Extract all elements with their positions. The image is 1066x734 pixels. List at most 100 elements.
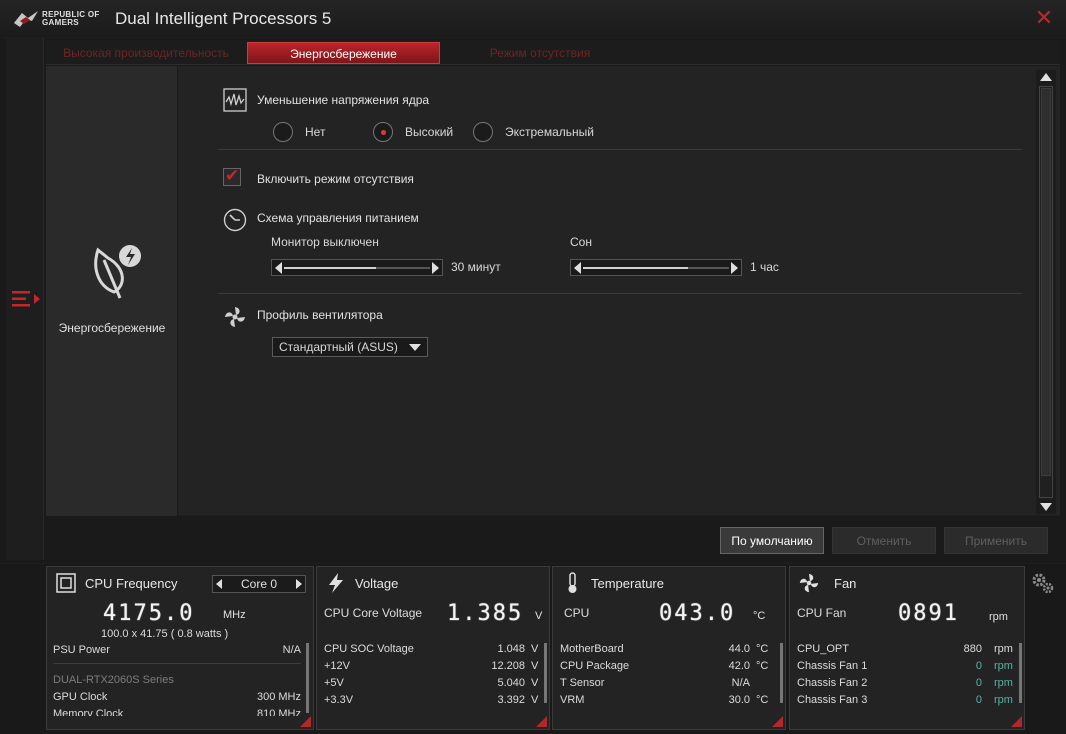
sleep-slider[interactable] [570, 259, 742, 276]
voltage-row-unit: V [531, 694, 539, 706]
clock-icon [223, 208, 247, 232]
cpu-fan-label: CPU Fan [797, 606, 847, 620]
sleep-label: Сон [570, 235, 592, 249]
chevron-down-icon [409, 344, 421, 351]
rog-logo: REPUBLIC OF GAMERS [12, 9, 102, 29]
cpu-fan-value: 0891 [898, 601, 959, 626]
fan-profile-dropdown[interactable]: Стандартный (ASUS) [272, 337, 428, 357]
settings-content: Уменьшение напряжения ядра Нет Высокий Э… [178, 66, 1036, 516]
leaf-power-icon [94, 245, 141, 299]
mode-name-label: Энергосбережение [58, 321, 166, 335]
fan-row-unit: rpm [994, 694, 1013, 706]
temperature-row-unit: °C [756, 694, 769, 706]
slider-increase-icon[interactable] [432, 262, 439, 274]
cpu-frequency-value: 4175.0 [103, 601, 195, 626]
gpu-clock-label: GPU Clock [53, 691, 108, 703]
core-selector[interactable]: Core 0 [212, 575, 306, 593]
fan-row-value: 0 [975, 677, 982, 689]
fan-row-unit: rpm [994, 660, 1013, 672]
app-title: Dual Intelligent Processors 5 [115, 9, 332, 28]
cpu-frequency-card: CPU Frequency Core 0 4175.0 MHz 100.0 x … [46, 566, 314, 730]
scroll-track[interactable] [1039, 86, 1053, 498]
expand-corner-icon[interactable] [536, 716, 547, 727]
temperature-card-scrollbar[interactable] [780, 643, 783, 703]
expand-corner-icon[interactable] [300, 716, 311, 727]
fan-row-label: Chassis Fan 2 [797, 677, 868, 689]
settings-panel: Энергосбережение Уменьшение напряжения я… [46, 66, 1060, 516]
power-plan-title: Схема управления питанием [257, 211, 419, 225]
cpu-card-scrollbar[interactable] [306, 643, 309, 713]
away-mode-checkbox[interactable] [223, 166, 241, 186]
fan-row-label: CPU_OPT [797, 643, 849, 655]
separator [53, 663, 301, 664]
radio-voltage-none-label: Нет [305, 125, 326, 139]
scroll-up-icon[interactable] [1040, 73, 1052, 81]
fan-row-value: 0 [975, 660, 982, 672]
gear-icon[interactable] [1030, 570, 1056, 596]
radio-voltage-high-label: Высокий [405, 125, 454, 139]
mode-side-panel: Энергосбережение [46, 66, 178, 516]
menu-expand-icon[interactable] [10, 288, 42, 310]
hardware-monitor: CPU Frequency Core 0 4175.0 MHz 100.0 x … [0, 563, 1066, 734]
close-button[interactable]: ✕ [1034, 7, 1054, 29]
core-selected: Core 0 [240, 577, 278, 591]
slider-increase-icon[interactable] [731, 262, 738, 274]
temperature-row-label: VRM [560, 694, 585, 706]
slider-decrease-icon[interactable] [275, 262, 282, 274]
scroll-down-icon[interactable] [1040, 503, 1052, 511]
radio-voltage-extreme[interactable] [473, 122, 493, 142]
core-next-icon[interactable] [296, 579, 302, 589]
temperature-card: Temperature CPU 043.0 °C MotherBoard 44.0… [552, 566, 786, 730]
temperature-title: Temperature [591, 576, 664, 591]
tab-away-mode[interactable]: Режим отсутствия [440, 42, 640, 64]
expand-corner-icon[interactable] [772, 716, 783, 727]
core-prev-icon[interactable] [216, 579, 222, 589]
voltage-row-label: CPU SOC Voltage [324, 643, 414, 655]
cpu-frequency-unit: MHz [223, 609, 246, 621]
radio-voltage-none[interactable] [273, 122, 293, 142]
fan-row-value: 0 [975, 694, 982, 706]
apply-button[interactable]: Применить [944, 527, 1048, 554]
cpu-temp-unit: °C [753, 610, 766, 622]
cpu-temp-label: CPU [564, 606, 590, 620]
monitor-off-slider[interactable] [271, 259, 443, 276]
tab-high-performance[interactable]: Высокая производительность [46, 42, 246, 64]
thermometer-icon [568, 572, 577, 593]
fan-profile-title: Профиль вентилятора [257, 308, 383, 322]
cpu-core-voltage-value: 1.385 [447, 601, 524, 626]
expand-corner-icon[interactable] [1011, 716, 1022, 727]
gpu-series-label: DUAL-RTX2060S Series [53, 674, 174, 686]
scroll-thumb[interactable] [1041, 88, 1051, 476]
lightning-icon [329, 573, 343, 593]
panel-scrollbar[interactable] [1036, 70, 1056, 514]
separator [218, 149, 1022, 150]
title-bar: REPUBLIC OF GAMERS Dual Intelligent Proce… [0, 0, 1066, 38]
temperature-row-value: 44.0 [728, 643, 750, 655]
gpu-clock-value: 300 MHz [256, 691, 301, 703]
temperature-row-label: CPU Package [560, 660, 630, 672]
fan-icon [799, 573, 819, 593]
tab-power-saving[interactable]: Энергосбережение [247, 42, 440, 64]
temperature-row-unit: °C [756, 643, 769, 655]
voltage-row-value: 1.048 [497, 643, 525, 655]
brand-line-2: GAMERS [42, 18, 79, 27]
psu-power-value: N/A [282, 644, 301, 656]
memory-clock-label: Memory Clock [53, 708, 124, 716]
fan-card-scrollbar[interactable] [1019, 643, 1022, 703]
temperature-row-label: T Sensor [560, 677, 605, 689]
sleep-value: 1 час [750, 260, 779, 274]
voltage-reduction-title: Уменьшение напряжения ядра [257, 93, 430, 107]
slider-decrease-icon[interactable] [574, 262, 581, 274]
radio-voltage-high[interactable] [373, 122, 393, 142]
voltage-row-unit: V [531, 677, 539, 689]
voltage-row-unit: V [531, 660, 539, 672]
voltage-row-unit: V [531, 643, 539, 655]
voltage-row-value: 5.040 [497, 677, 525, 689]
voltage-row-value: 3.392 [497, 694, 525, 706]
voltage-row-label: +5V [324, 677, 344, 689]
voltage-card-scrollbar[interactable] [544, 643, 547, 703]
default-button[interactable]: По умолчанию [720, 527, 824, 554]
fan-card: Fan CPU Fan 0891 rpm CPU_OPT 880 rpm Chassi… [789, 566, 1025, 730]
cancel-button[interactable]: Отменить [832, 527, 936, 554]
away-mode-label: Включить режим отсутствия [257, 172, 414, 186]
